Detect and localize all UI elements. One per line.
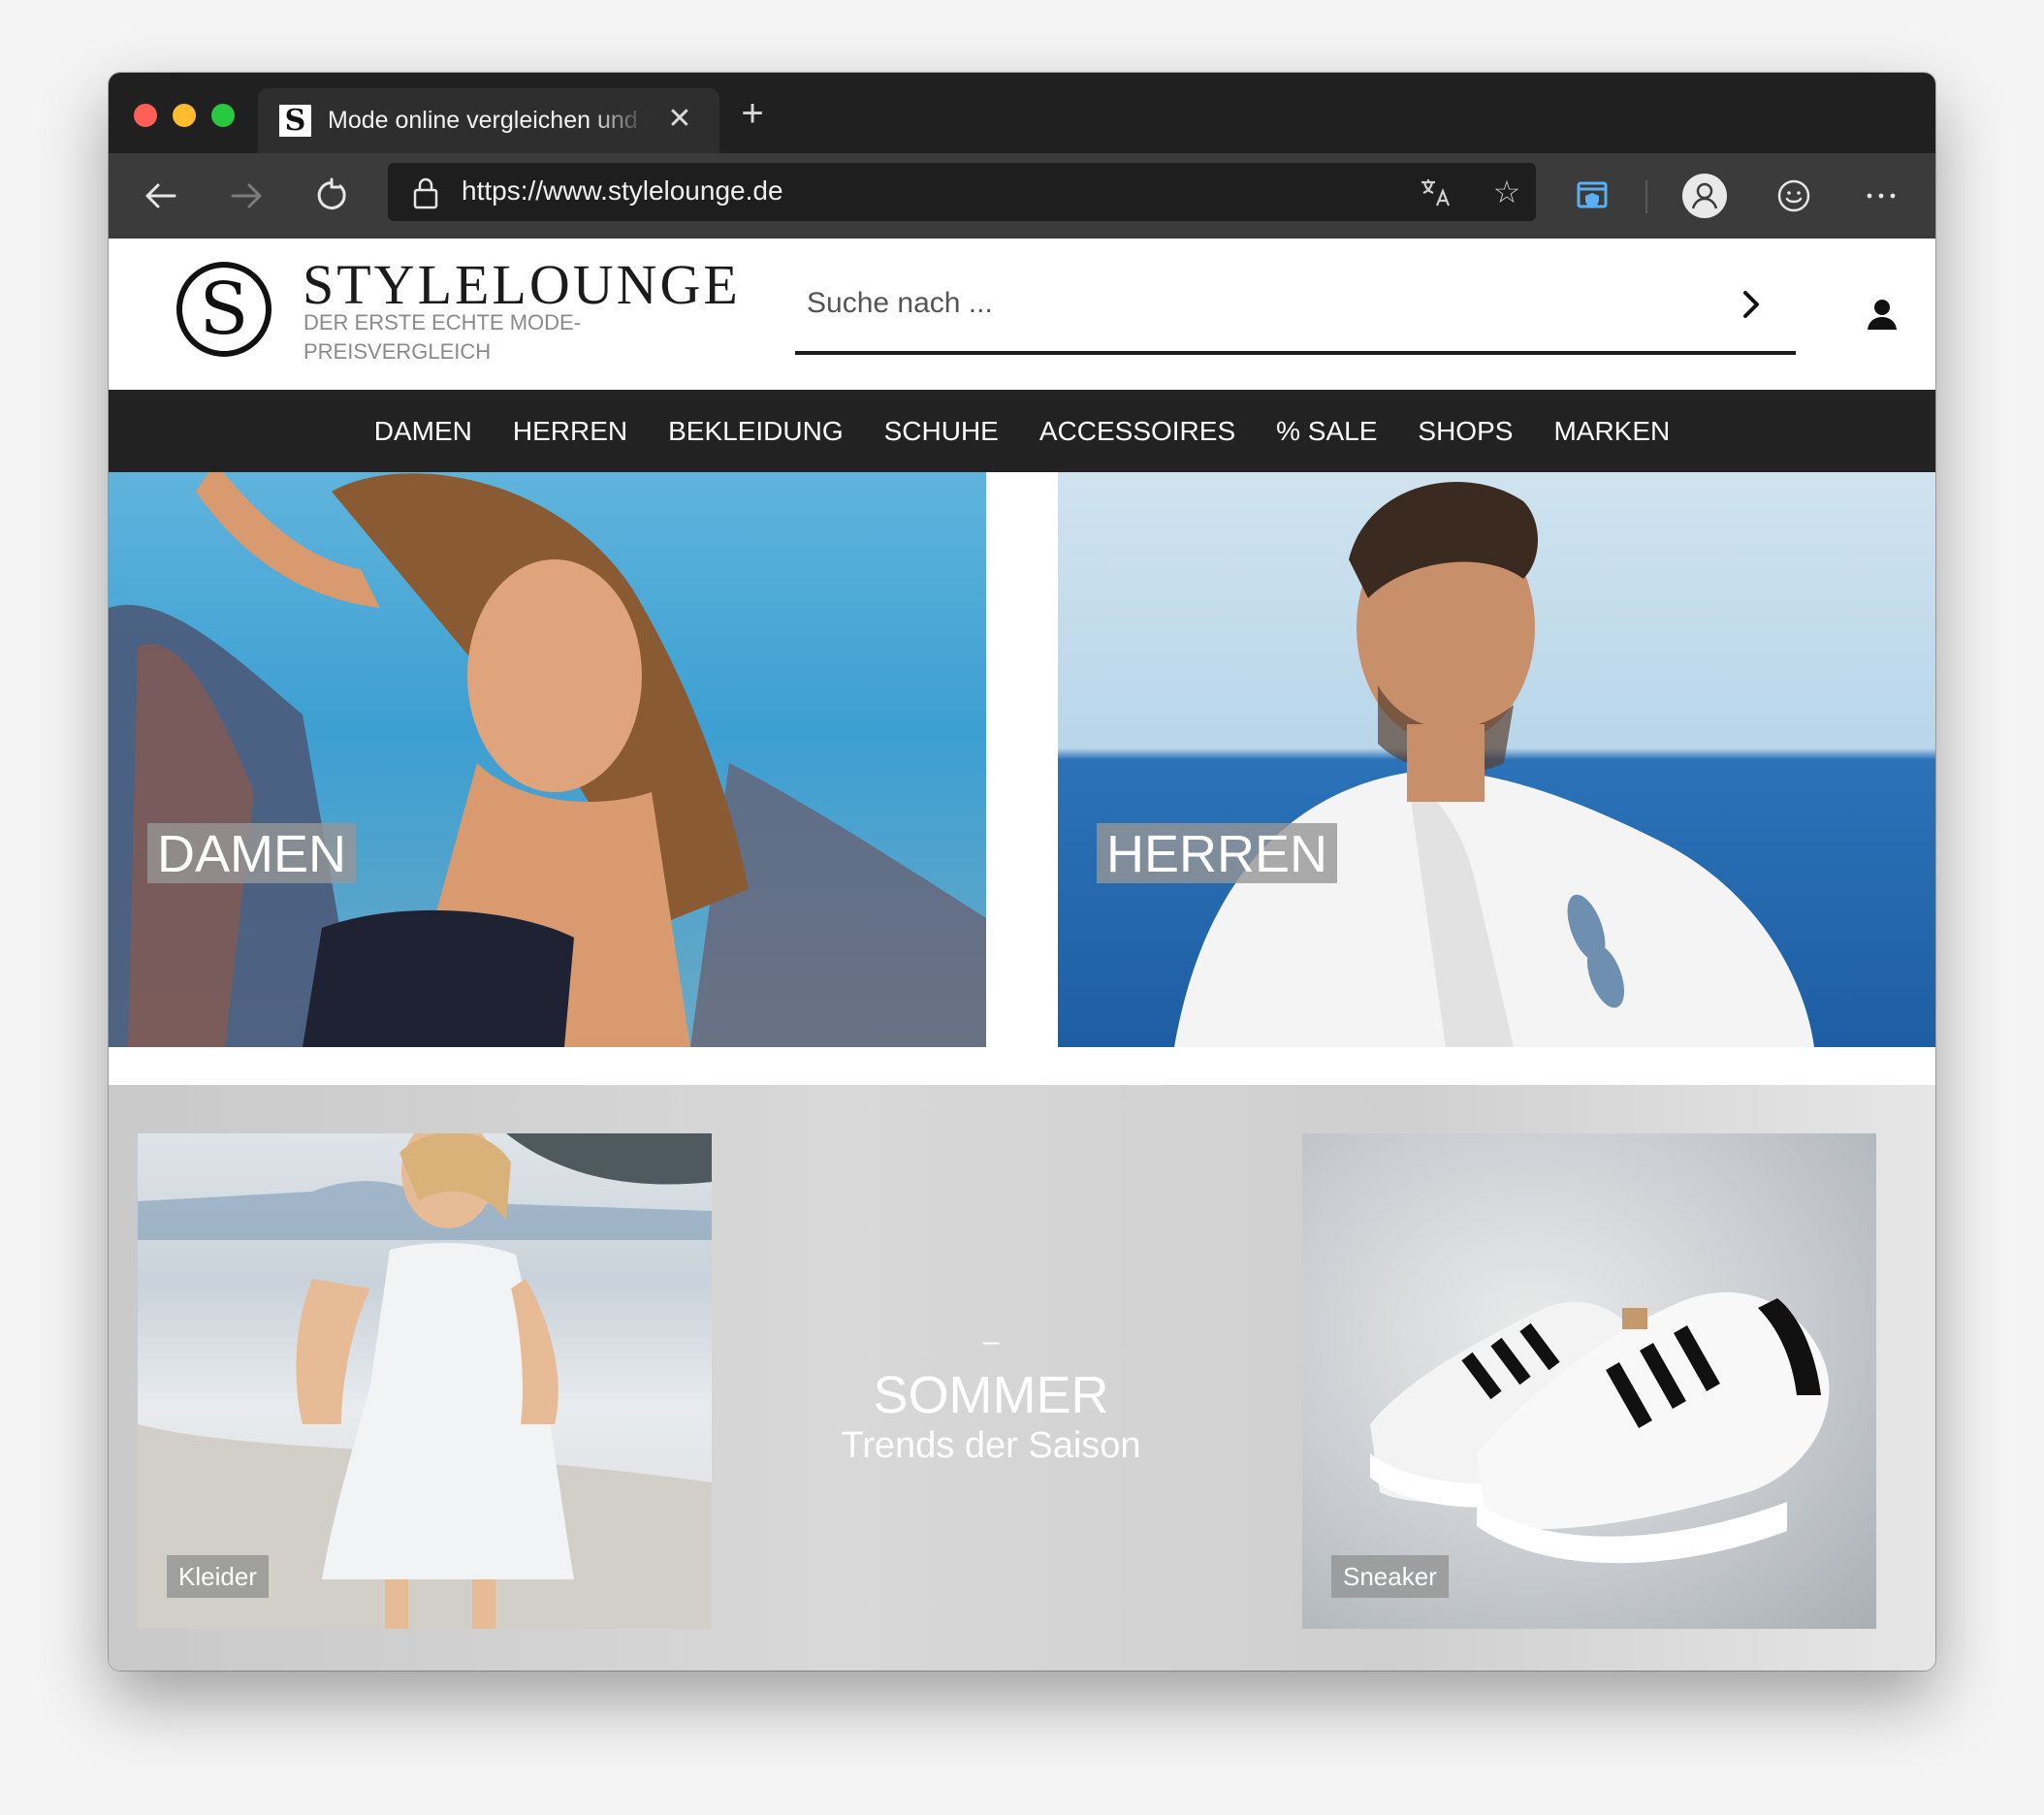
promo-subtitle: Trends der Saison [841, 1425, 1141, 1466]
site-header: S STYLELOUNGE DER ERSTE ECHTE MODE-PREIS… [109, 239, 1935, 390]
logo-s-icon[interactable]: S [176, 262, 271, 357]
web-page: S STYLELOUNGE DER ERSTE ECHTE MODE-PREIS… [109, 239, 1935, 1671]
maximize-window-button[interactable] [211, 104, 235, 127]
browser-window: S Mode online vergleichen und bei Top-Sh… [109, 73, 1935, 1671]
sommer-trends-section: Kleider – SOMMER Trends der Saison Sneak… [109, 1085, 1935, 1671]
logo-title[interactable]: STYLELOUNGE [303, 252, 741, 317]
profile-avatar-icon[interactable] [1681, 173, 1728, 219]
logo-subtitle: DER ERSTE ECHTE MODE-PREISVERGLEICH [303, 310, 582, 364]
tab-bar: S Mode online vergleichen und bei Top-Sh… [109, 73, 1935, 153]
nav-item-damen[interactable]: DAMEN [374, 390, 472, 472]
nav-item-shops[interactable]: SHOPS [1418, 390, 1513, 472]
site-favicon-icon: S [279, 105, 311, 137]
address-bar[interactable]: https://www.stylelounge.de ☆ [388, 163, 1536, 221]
new-tab-icon[interactable]: + [733, 94, 772, 133]
tab-title: Mode online vergleichen und bei Top-Shop… [328, 107, 648, 134]
search-chevron-right-icon[interactable] [1732, 283, 1771, 326]
nav-item-schuhe[interactable]: SCHUHE [884, 390, 999, 472]
tile-sneaker[interactable]: Sneaker [1302, 1133, 1876, 1629]
promo-block[interactable]: – SOMMER Trends der Saison [787, 1327, 1195, 1467]
hero-label-damen[interactable]: DAMEN [147, 823, 357, 883]
tile-kleider[interactable]: Kleider [138, 1133, 712, 1629]
shield-extension-icon[interactable] [1569, 173, 1615, 219]
close-window-button[interactable] [134, 104, 157, 127]
nav-item-bekleidung[interactable]: BEKLEIDUNG [668, 390, 844, 472]
tile-label-sneaker[interactable]: Sneaker [1331, 1555, 1449, 1598]
tab-close-icon[interactable]: ✕ [665, 103, 694, 136]
more-menu-icon[interactable] [1858, 173, 1904, 219]
hero-damen-photo [109, 472, 986, 1047]
back-icon[interactable] [138, 173, 184, 219]
promo-dash: – [982, 1325, 1000, 1357]
minimize-window-button[interactable] [173, 104, 196, 127]
search-bar [795, 262, 1796, 355]
hero-herren-photo [1174, 482, 1814, 1047]
user-account-icon[interactable] [1866, 297, 1899, 332]
favorite-star-icon[interactable]: ☆ [1487, 173, 1526, 211]
translate-icon[interactable] [1418, 175, 1453, 209]
hero-tile-herren[interactable]: HERREN [1058, 472, 1935, 1047]
search-input[interactable] [795, 275, 1701, 332]
main-navigation: DAMEN HERREN BEKLEIDUNG SCHUHE ACCESSOIR… [109, 390, 1935, 472]
nav-item-accessoires[interactable]: ACCESSOIRES [1039, 390, 1235, 472]
url-text: https://www.stylelounge.de [462, 175, 783, 206]
forward-icon[interactable] [223, 173, 270, 219]
feedback-smiley-icon[interactable] [1771, 173, 1817, 219]
toolbar-separator [1645, 180, 1647, 213]
promo-title: SOMMER [873, 1366, 1109, 1424]
browser-toolbar: https://www.stylelounge.de ☆ [109, 153, 1935, 239]
active-tab[interactable]: S Mode online vergleichen und bei Top-Sh… [258, 88, 719, 153]
hero-label-herren[interactable]: HERREN [1097, 823, 1338, 883]
reload-icon[interactable] [308, 173, 355, 219]
nav-item-herren[interactable]: HERREN [513, 390, 627, 472]
nav-item-marken[interactable]: MARKEN [1553, 390, 1670, 472]
nav-item-sale[interactable]: % SALE [1276, 390, 1377, 472]
hero-tile-damen[interactable]: DAMEN [109, 472, 986, 1047]
lock-icon [411, 176, 440, 209]
tile-label-kleider[interactable]: Kleider [167, 1555, 269, 1598]
